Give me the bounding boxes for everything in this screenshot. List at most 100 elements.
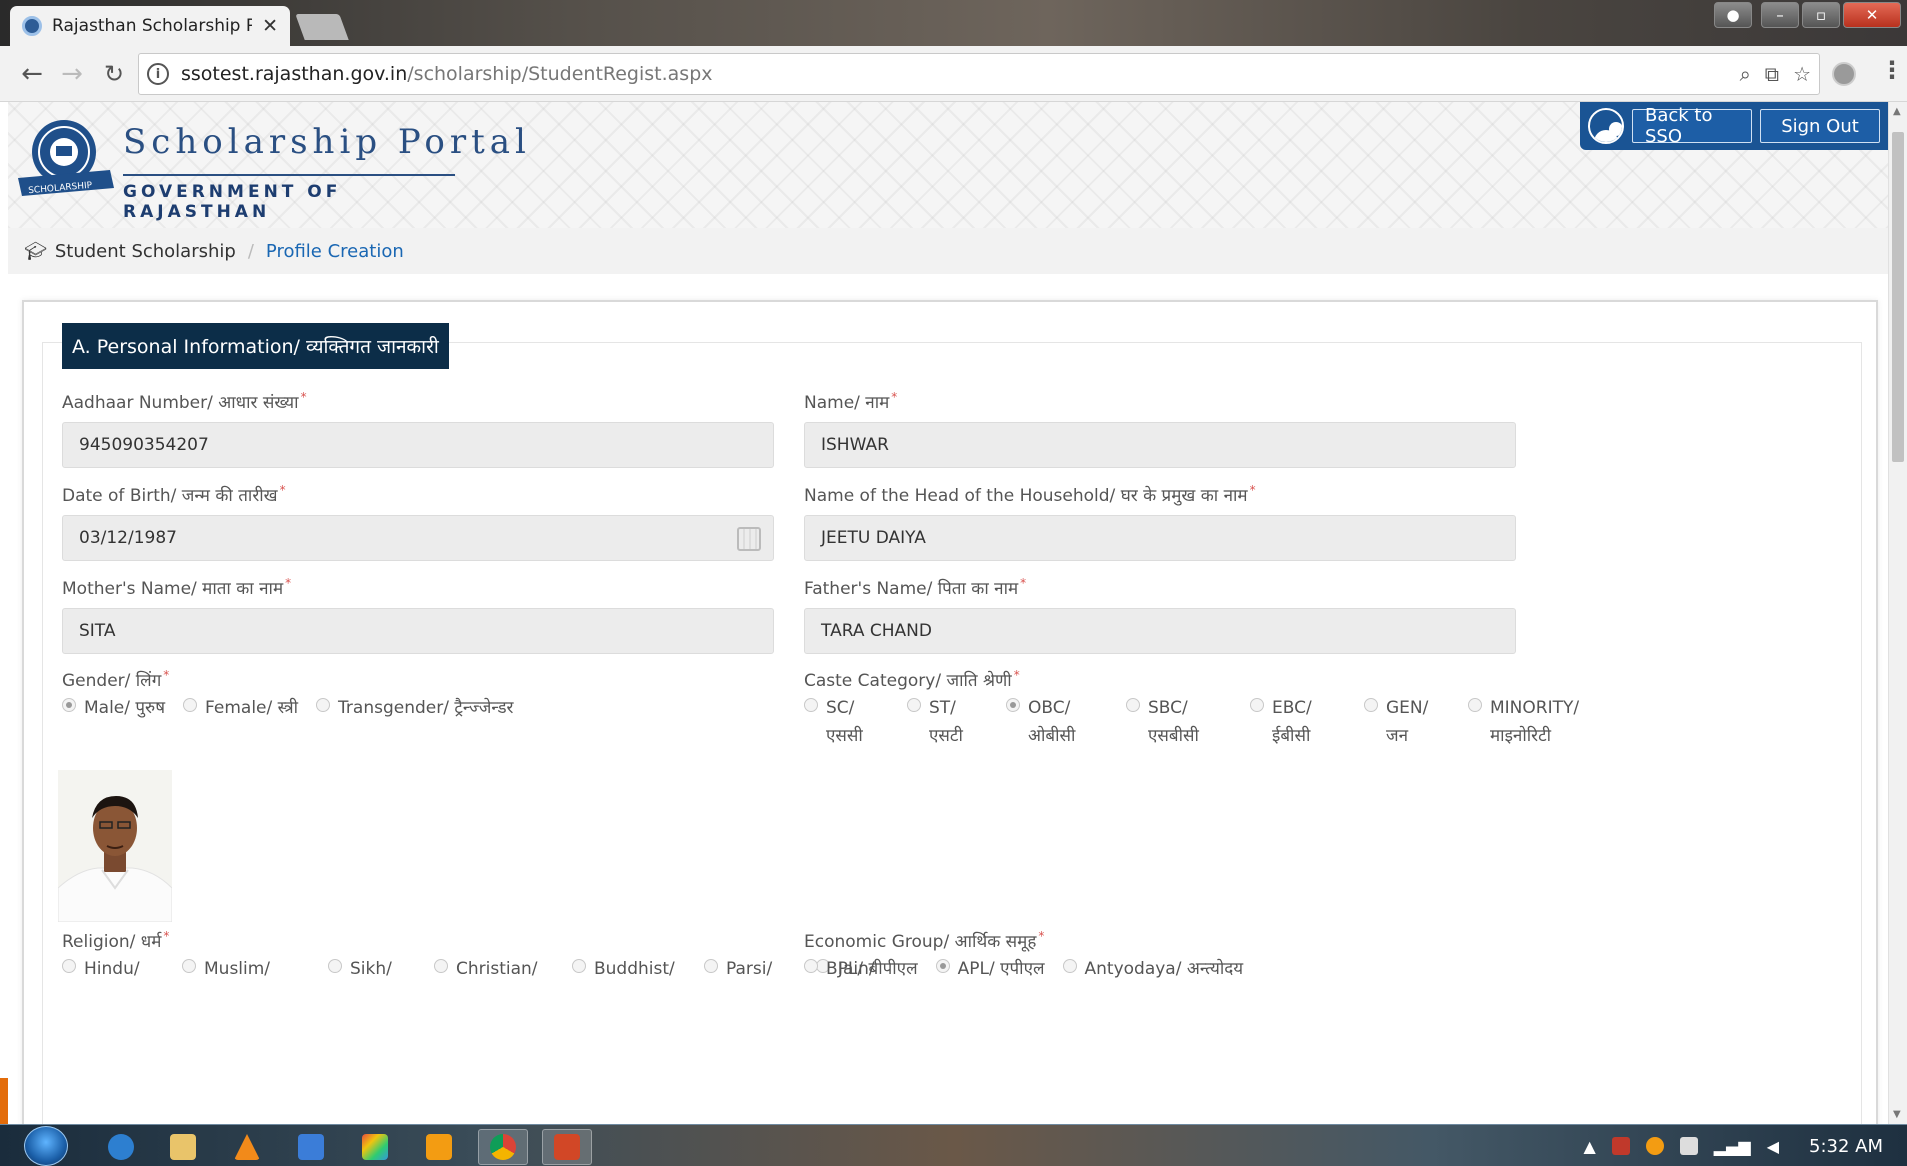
caste-radio-group: SC/एससी ST/एसटी OBC/ओबीसी SBC/एसबीसी EBC… [804,694,1597,750]
graduation-cap-icon: 🎓︎ [24,240,47,262]
caste-st-radio[interactable]: ST/एसटी [907,694,988,750]
portal-header: SCHOLARSHIP Scholarship Portal GOVERNMEN… [8,102,1888,228]
url-path: /scholarship/StudentRegist.aspx [407,63,713,85]
gender-label: Gender/ लिंग * [62,668,170,691]
scholarship-emblem-icon: SCHOLARSHIP [18,120,114,196]
omnibox-actions: ⌕ ⧉ ☆ [1740,62,1811,86]
translate-icon[interactable]: ⧉ [1765,62,1779,86]
religion-parsi-radio[interactable]: Parsi/ [704,955,798,983]
section-title: A. Personal Information/ व्यक्तिगत जानका… [62,323,449,369]
minimize-button[interactable]: – [1761,2,1799,28]
paint-icon[interactable] [350,1129,400,1165]
father-name-field[interactable]: TARA CHAND [804,608,1516,654]
father-name-label: Father's Name/ पिता का नाम * [804,576,1027,599]
desktop-edge [0,1078,8,1124]
mother-name-field[interactable]: SITA [62,608,774,654]
gender-radio-group: Male/ पुरुष Female/ स्त्री Transgender/ … [62,694,532,722]
back-to-sso-button[interactable]: Back to SSO [1632,105,1752,147]
chrome-icon[interactable] [478,1129,528,1165]
religion-hindu-radio[interactable]: Hindu/ [62,955,164,983]
religion-muslim-radio[interactable]: Muslim/ [182,955,310,983]
caste-gen-radio[interactable]: GEN/जन [1364,694,1450,750]
head-of-household-label: Name of the Head of the Household/ घर के… [804,483,1256,506]
address-bar[interactable]: i ssotest.rajasthan.gov.in/scholarship/S… [138,53,1820,95]
site-favicon-icon [22,16,42,36]
back-arrow-icon[interactable]: ← [14,56,50,92]
economic-group-radio-group: BPL/ बीपीएल APL/ एपीएल Antyodaya/ अन्त्य… [804,955,1261,983]
caste-ebc-radio[interactable]: EBC/ईबीसी [1250,694,1346,750]
religion-label: Religion/ धर्म * [62,929,170,952]
profile-icon[interactable]: ● [1714,2,1752,28]
site-info-icon[interactable]: i [147,63,169,85]
app-icon[interactable] [286,1129,336,1165]
forward-arrow-icon[interactable]: → [54,56,90,92]
caste-label: Caste Category/ जाति श्रेणी * [804,668,1020,691]
economic-antyodaya-radio[interactable]: Antyodaya/ अन्त्योदय [1062,955,1243,983]
breadcrumb-separator: / [247,240,254,262]
tray-expand-icon[interactable]: ▲ [1583,1137,1595,1156]
file-explorer-icon[interactable] [158,1129,208,1165]
g-app-icon[interactable] [414,1129,464,1165]
economic-apl-radio[interactable]: APL/ एपीएल [935,955,1045,983]
windows-logo-icon [24,1126,68,1166]
zoom-icon[interactable]: ⌕ [1740,62,1751,86]
economic-bpl-radio[interactable]: BPL/ बीपीएल [804,955,918,983]
start-button[interactable] [20,1125,72,1166]
religion-christian-radio[interactable]: Christian/ [434,955,554,983]
user-bar: Back to SSO Sign Out [1580,102,1888,150]
bookmark-star-icon[interactable]: ☆ [1793,62,1811,86]
volume-icon[interactable]: ◀ [1767,1137,1779,1156]
aadhaar-field[interactable]: 945090354207 [62,422,774,468]
browser-tab[interactable]: Rajasthan Scholarship Po ✕ [10,6,290,46]
gender-transgender-radio[interactable]: Transgender/ ट्रैन्ज्जेन्डर [316,694,514,722]
head-of-household-field[interactable]: JEETU DAIYA [804,515,1516,561]
caste-sbc-radio[interactable]: SBC/एसबीसी [1126,694,1232,750]
dob-field[interactable]: 03/12/1987 [62,515,774,561]
economic-group-label: Economic Group/ आर्थिक समूह * [804,929,1045,952]
page-scrollbar[interactable]: ▲ ▼ [1888,102,1907,1124]
url-host: ssotest.rajasthan.gov.in [181,63,408,85]
reload-icon[interactable]: ↻ [96,56,132,92]
device-icon[interactable] [1679,1137,1698,1155]
tray-app-icon[interactable] [1645,1137,1664,1155]
religion-buddhist-radio[interactable]: Buddhist/ [572,955,686,983]
system-tray: ▲ ▂▄▆ ◀ 5:32 AM [1583,1125,1883,1166]
gender-male-radio[interactable]: Male/ पुरुष [62,694,165,722]
browser-toolbar: ← → ↻ i ssotest.rajasthan.gov.in/scholar… [0,46,1907,102]
gender-female-radio[interactable]: Female/ स्त्री [183,694,298,722]
scroll-thumb[interactable] [1892,132,1904,462]
taskbar-clock[interactable]: 5:32 AM [1809,1136,1883,1157]
breadcrumb-student-scholarship[interactable]: Student Scholarship [55,241,236,262]
windows-taskbar: ▲ ▂▄▆ ◀ 5:32 AM [0,1124,1907,1166]
scroll-up-icon[interactable]: ▲ [1893,106,1901,117]
name-label: Name/ नाम * [804,390,898,413]
extension-icon[interactable] [1832,62,1856,86]
caste-minority-radio[interactable]: MINORITY/माइनोरिटी [1468,694,1579,750]
caste-obc-radio[interactable]: OBC/ओबीसी [1006,694,1108,750]
action-center-flag-icon[interactable] [1611,1137,1630,1155]
vlc-icon[interactable] [222,1129,272,1165]
page-content: SCHOLARSHIP Scholarship Portal GOVERNMEN… [8,102,1888,1124]
new-tab-button[interactable] [295,14,349,40]
religion-sikh-radio[interactable]: Sikh/ [328,955,416,983]
tab-title: Rajasthan Scholarship Po [52,16,253,36]
user-avatar-icon[interactable] [1588,108,1624,144]
browser-titlebar: Rajasthan Scholarship Po ✕ ● – ▫ ✕ [0,0,1907,46]
aadhaar-label: Aadhaar Number/ आधार संख्या * [62,390,307,413]
maximize-button[interactable]: ▫ [1802,2,1840,28]
breadcrumb: 🎓︎ Student Scholarship / Profile Creatio… [8,228,1888,274]
calendar-icon[interactable] [737,527,761,551]
window-controls: ● – ▫ ✕ [1714,2,1901,28]
name-field[interactable]: ISHWAR [804,422,1516,468]
breadcrumb-profile-creation: Profile Creation [265,240,404,262]
student-photo [58,770,172,922]
powerpoint-icon[interactable] [542,1129,592,1165]
sign-out-button[interactable]: Sign Out [1760,109,1880,143]
tab-close-icon[interactable]: ✕ [262,15,278,37]
browser-menu-icon[interactable]: ⋮ [1880,56,1904,84]
scroll-down-icon[interactable]: ▼ [1893,1109,1901,1120]
internet-explorer-icon[interactable] [96,1129,146,1165]
close-window-button[interactable]: ✕ [1843,2,1901,28]
caste-sc-radio[interactable]: SC/एससी [804,694,889,750]
network-signal-icon[interactable]: ▂▄▆ [1714,1137,1751,1156]
